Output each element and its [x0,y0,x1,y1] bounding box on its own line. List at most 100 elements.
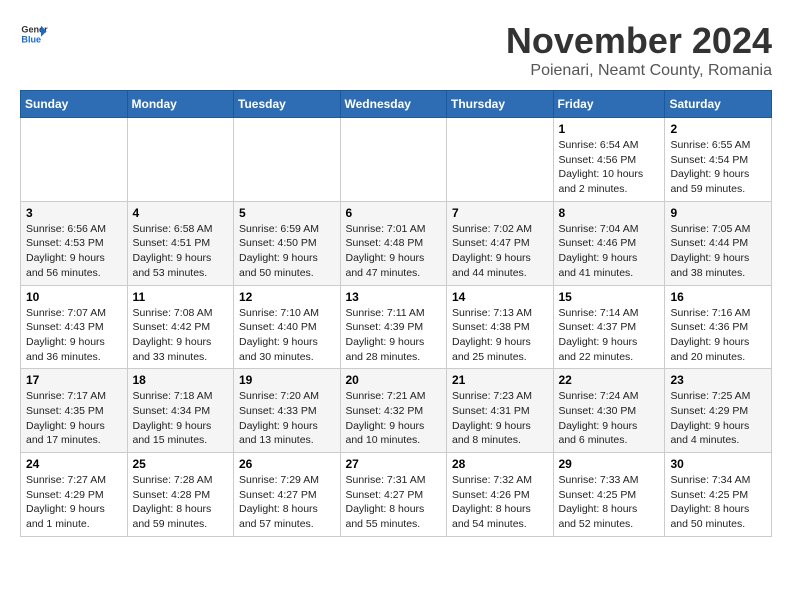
day-info: Sunrise: 6:59 AM Sunset: 4:50 PM Dayligh… [239,222,335,281]
day-info: Sunrise: 7:11 AM Sunset: 4:39 PM Dayligh… [346,306,442,365]
day-info: Sunrise: 6:54 AM Sunset: 4:56 PM Dayligh… [559,138,660,197]
calendar-cell: 12 Sunrise: 7:10 AM Sunset: 4:40 PM Dayli… [234,285,341,369]
calendar-cell: 23Sunrise: 7:25 AM Sunset: 4:29 PM Dayli… [665,369,772,453]
logo: General Blue [20,20,48,48]
day-info: Sunrise: 7:17 AM Sunset: 4:35 PM Dayligh… [26,389,122,448]
day-number: 20 [346,373,442,387]
day-info: Sunrise: 7:23 AM Sunset: 4:31 PM Dayligh… [452,389,548,448]
calendar-cell: 7 Sunrise: 7:02 AM Sunset: 4:47 PM Daylig… [447,201,554,285]
day-number: 14 [452,290,548,304]
day-info: Sunrise: 7:16 AM Sunset: 4:36 PM Dayligh… [670,306,766,365]
calendar-cell [21,118,128,202]
calendar-cell: 21Sunrise: 7:23 AM Sunset: 4:31 PM Dayli… [447,369,554,453]
calendar-cell: 18 Sunrise: 7:18 AM Sunset: 4:34 PM Dayli… [127,369,234,453]
day-info: Sunrise: 7:25 AM Sunset: 4:29 PM Dayligh… [670,389,766,448]
calendar-cell: 8 Sunrise: 7:04 AM Sunset: 4:46 PM Daylig… [553,201,665,285]
day-number: 28 [452,457,548,471]
title-section: November 2024 Poienari, Neamt County, Ro… [506,20,772,80]
week-row-4: 24Sunrise: 7:27 AM Sunset: 4:29 PM Dayli… [21,453,772,537]
day-info: Sunrise: 7:20 AM Sunset: 4:33 PM Dayligh… [239,389,335,448]
day-info: Sunrise: 7:05 AM Sunset: 4:44 PM Dayligh… [670,222,766,281]
calendar-cell: 9Sunrise: 7:05 AM Sunset: 4:44 PM Daylig… [665,201,772,285]
day-info: Sunrise: 7:32 AM Sunset: 4:26 PM Dayligh… [452,473,548,532]
calendar-cell: 5 Sunrise: 6:59 AM Sunset: 4:50 PM Daylig… [234,201,341,285]
day-info: Sunrise: 7:13 AM Sunset: 4:38 PM Dayligh… [452,306,548,365]
calendar-cell: 29Sunrise: 7:33 AM Sunset: 4:25 PM Dayli… [553,453,665,537]
day-info: Sunrise: 7:01 AM Sunset: 4:48 PM Dayligh… [346,222,442,281]
calendar-cell: 15Sunrise: 7:14 AM Sunset: 4:37 PM Dayli… [553,285,665,369]
day-info: Sunrise: 6:56 AM Sunset: 4:53 PM Dayligh… [26,222,122,281]
calendar-cell: 4 Sunrise: 6:58 AM Sunset: 4:51 PM Daylig… [127,201,234,285]
day-number: 6 [346,206,442,220]
week-row-2: 10 Sunrise: 7:07 AM Sunset: 4:43 PM Dayli… [21,285,772,369]
calendar-cell: 11 Sunrise: 7:08 AM Sunset: 4:42 PM Dayli… [127,285,234,369]
day-number: 22 [559,373,660,387]
day-number: 2 [670,122,766,136]
day-info: Sunrise: 7:27 AM Sunset: 4:29 PM Dayligh… [26,473,122,532]
calendar-cell: 17Sunrise: 7:17 AM Sunset: 4:35 PM Dayli… [21,369,128,453]
day-number: 25 [133,457,229,471]
header-day-friday: Friday [553,91,665,118]
day-number: 4 [133,206,229,220]
calendar-cell: 24Sunrise: 7:27 AM Sunset: 4:29 PM Dayli… [21,453,128,537]
day-number: 18 [133,373,229,387]
day-number: 10 [26,290,122,304]
header-day-sunday: Sunday [21,91,128,118]
day-number: 30 [670,457,766,471]
day-number: 26 [239,457,335,471]
day-number: 13 [346,290,442,304]
day-number: 15 [559,290,660,304]
day-info: Sunrise: 7:24 AM Sunset: 4:30 PM Dayligh… [559,389,660,448]
day-number: 12 [239,290,335,304]
calendar-cell: 6 Sunrise: 7:01 AM Sunset: 4:48 PM Daylig… [340,201,447,285]
calendar-cell: 27Sunrise: 7:31 AM Sunset: 4:27 PM Dayli… [340,453,447,537]
week-row-0: 1 Sunrise: 6:54 AM Sunset: 4:56 PM Daylig… [21,118,772,202]
calendar-cell: 28 Sunrise: 7:32 AM Sunset: 4:26 PM Dayli… [447,453,554,537]
week-row-1: 3 Sunrise: 6:56 AM Sunset: 4:53 PM Daylig… [21,201,772,285]
header-day-tuesday: Tuesday [234,91,341,118]
day-number: 8 [559,206,660,220]
day-number: 7 [452,206,548,220]
calendar-cell [127,118,234,202]
calendar-cell: 1 Sunrise: 6:54 AM Sunset: 4:56 PM Daylig… [553,118,665,202]
day-info: Sunrise: 7:08 AM Sunset: 4:42 PM Dayligh… [133,306,229,365]
calendar-cell: 10 Sunrise: 7:07 AM Sunset: 4:43 PM Dayli… [21,285,128,369]
calendar-cell: 30 Sunrise: 7:34 AM Sunset: 4:25 PM Dayli… [665,453,772,537]
day-number: 5 [239,206,335,220]
day-number: 19 [239,373,335,387]
calendar-cell: 25 Sunrise: 7:28 AM Sunset: 4:28 PM Dayli… [127,453,234,537]
location-title: Poienari, Neamt County, Romania [506,62,772,80]
day-number: 3 [26,206,122,220]
header-day-wednesday: Wednesday [340,91,447,118]
calendar-cell: 26 Sunrise: 7:29 AM Sunset: 4:27 PM Dayli… [234,453,341,537]
month-title: November 2024 [506,20,772,62]
header: General Blue November 2024 Poienari, Nea… [20,20,772,80]
day-info: Sunrise: 7:10 AM Sunset: 4:40 PM Dayligh… [239,306,335,365]
svg-text:Blue: Blue [21,34,41,44]
day-number: 1 [559,122,660,136]
day-info: Sunrise: 7:04 AM Sunset: 4:46 PM Dayligh… [559,222,660,281]
day-info: Sunrise: 7:21 AM Sunset: 4:32 PM Dayligh… [346,389,442,448]
day-info: Sunrise: 7:29 AM Sunset: 4:27 PM Dayligh… [239,473,335,532]
day-number: 11 [133,290,229,304]
day-info: Sunrise: 7:28 AM Sunset: 4:28 PM Dayligh… [133,473,229,532]
day-info: Sunrise: 7:33 AM Sunset: 4:25 PM Dayligh… [559,473,660,532]
day-info: Sunrise: 7:07 AM Sunset: 4:43 PM Dayligh… [26,306,122,365]
day-info: Sunrise: 7:02 AM Sunset: 4:47 PM Dayligh… [452,222,548,281]
header-day-monday: Monday [127,91,234,118]
calendar-table: SundayMondayTuesdayWednesdayThursdayFrid… [20,90,772,537]
day-info: Sunrise: 7:31 AM Sunset: 4:27 PM Dayligh… [346,473,442,532]
day-number: 16 [670,290,766,304]
calendar-cell: 13 Sunrise: 7:11 AM Sunset: 4:39 PM Dayli… [340,285,447,369]
calendar-cell [340,118,447,202]
week-row-3: 17Sunrise: 7:17 AM Sunset: 4:35 PM Dayli… [21,369,772,453]
day-info: Sunrise: 6:58 AM Sunset: 4:51 PM Dayligh… [133,222,229,281]
day-info: Sunrise: 7:18 AM Sunset: 4:34 PM Dayligh… [133,389,229,448]
calendar-header-row: SundayMondayTuesdayWednesdayThursdayFrid… [21,91,772,118]
calendar-cell: 22 Sunrise: 7:24 AM Sunset: 4:30 PM Dayli… [553,369,665,453]
calendar-cell: 16 Sunrise: 7:16 AM Sunset: 4:36 PM Dayli… [665,285,772,369]
day-info: Sunrise: 7:34 AM Sunset: 4:25 PM Dayligh… [670,473,766,532]
day-info: Sunrise: 6:55 AM Sunset: 4:54 PM Dayligh… [670,138,766,197]
calendar-cell: 14 Sunrise: 7:13 AM Sunset: 4:38 PM Dayli… [447,285,554,369]
calendar-cell: 3 Sunrise: 6:56 AM Sunset: 4:53 PM Daylig… [21,201,128,285]
